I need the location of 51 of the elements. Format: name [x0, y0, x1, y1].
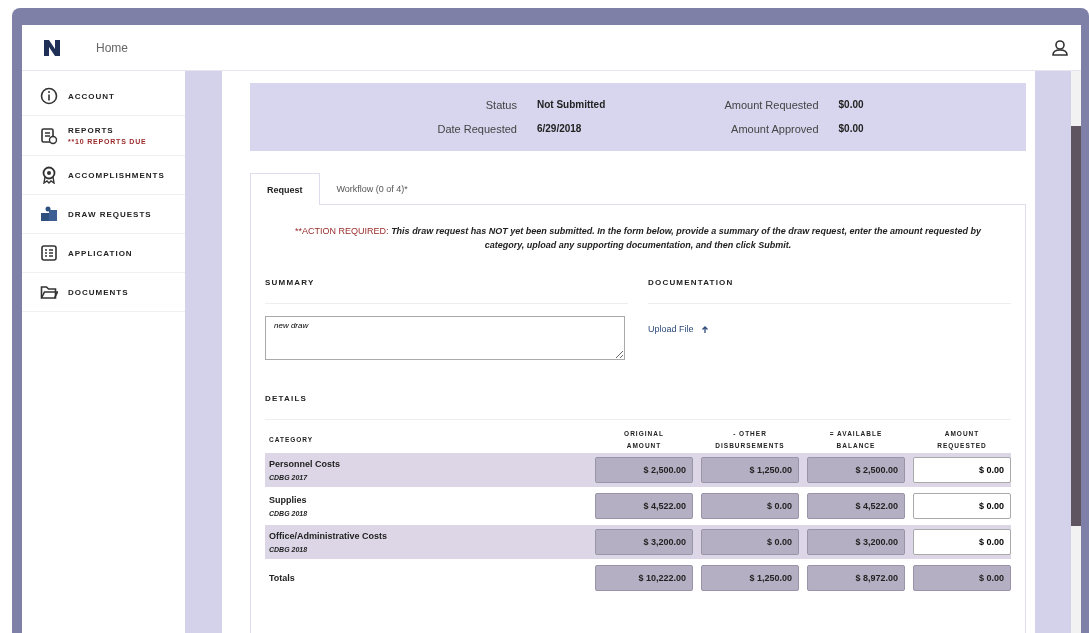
amount-cell: $ 0.00 [701, 529, 799, 556]
amount-cell: $ 3,200.00 [595, 529, 693, 556]
amount-cell: $ 0.00 [701, 493, 799, 520]
section-heading: SUMMARY [265, 278, 628, 304]
amount-cell: $ 4,522.00 [807, 493, 905, 520]
sidebar-item[interactable]: ACCOUNT [68, 91, 115, 101]
sidebar-item[interactable]: DRAW REQUESTS [68, 209, 152, 219]
amount-cell: $ 4,522.00 [595, 493, 693, 520]
amount-cell: $ 2,500.00 [595, 457, 693, 484]
field-value: $0.00 [838, 123, 865, 135]
award-icon [40, 166, 58, 184]
field-label: Amount Requested [724, 99, 820, 111]
field-label: Amount Approved [730, 123, 820, 135]
field-label: Status [484, 99, 518, 111]
info-icon [40, 87, 58, 105]
action-required-notice: **ACTION REQUIRED: This draw request has NOT yet been submitted. In the form below, provide a summary of the draw request, enter the amount requested by category, upload any supporting documentation, and then click Submit. [294, 225, 982, 252]
logo-icon[interactable] [42, 37, 62, 58]
summary-field[interactable]: new draw [265, 316, 625, 360]
sidebar-item[interactable]: ACCOMPLISHMENTS [68, 170, 165, 180]
field-value: Not Submitted [536, 99, 607, 111]
list-icon [40, 244, 58, 262]
sidebar-item[interactable]: DOCUMENTS [68, 287, 129, 297]
folder-icon [40, 283, 58, 301]
report-icon [40, 126, 58, 145]
category-name: Supplies [269, 495, 308, 506]
section-heading: DETAILS [265, 394, 1011, 420]
amount-cell: $ 3,200.00 [807, 529, 905, 556]
field-label: Date Requested [437, 123, 518, 135]
amount-input[interactable]: $ 0.00 [913, 457, 1011, 484]
tab[interactable]: Request [250, 173, 320, 205]
field-value: $0.00 [838, 99, 865, 111]
category-name: Personnel Costs [269, 459, 342, 470]
amount-input[interactable]: $ 0.00 [913, 493, 1011, 520]
amount-cell: $ 2,500.00 [807, 457, 905, 484]
field-value: 6/29/2018 [536, 123, 583, 135]
category-name: Totals [269, 573, 296, 584]
scrollbar[interactable] [1071, 71, 1081, 633]
category-name: Office/Administrative Costs [269, 531, 389, 542]
amount-input[interactable]: $ 0.00 [913, 529, 1011, 556]
amount-cell: $ 10,222.00 [595, 565, 693, 592]
amount-cell: $ 0.00 [913, 565, 1011, 592]
sidebar-item[interactable]: APPLICATION [68, 248, 133, 258]
section-heading: DOCUMENTATION [648, 278, 1011, 304]
home-link[interactable]: Home [96, 40, 128, 55]
tab[interactable]: Workflow (0 of 4)* [319, 173, 425, 204]
upload-file-link[interactable]: Upload File [648, 324, 710, 334]
amount-cell: $ 1,250.00 [701, 565, 799, 592]
user-icon[interactable] [1051, 38, 1069, 57]
sidebar-item[interactable]: REPORTS [68, 126, 147, 135]
amount-cell: $ 1,250.00 [701, 457, 799, 484]
amount-cell: $ 8,972.00 [807, 565, 905, 592]
